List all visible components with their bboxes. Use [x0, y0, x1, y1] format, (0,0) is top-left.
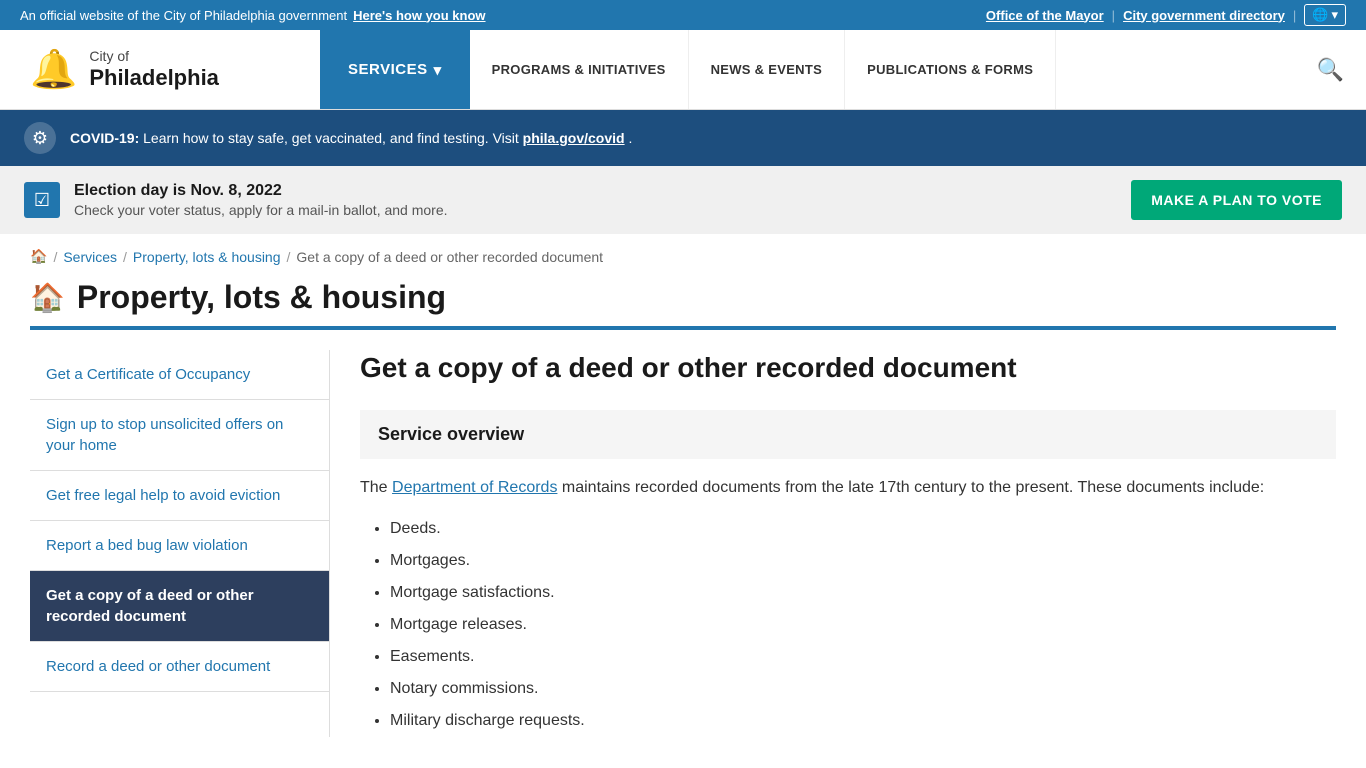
election-icon: ☑: [24, 182, 60, 218]
breadcrumb-services-link[interactable]: Services: [63, 249, 117, 265]
service-overview-box: Service overview: [360, 410, 1336, 459]
services-label: SERVICES: [348, 61, 428, 78]
breadcrumb-home-link[interactable]: 🏠: [30, 248, 47, 265]
list-item: Mortgage satisfactions.: [390, 577, 1336, 609]
globe-icon: 🌐: [1312, 7, 1328, 23]
sidebar-item-certificate-occupancy[interactable]: Get a Certificate of Occupancy: [30, 350, 329, 400]
programs-initiatives-link[interactable]: PROGRAMS & INITIATIVES: [470, 30, 689, 109]
content-intro: The Department of Records maintains reco…: [360, 475, 1336, 501]
election-subtitle: Check your voter status, apply for a mai…: [74, 202, 448, 218]
list-item: Military discharge requests.: [390, 705, 1336, 737]
page-title: 🏠 Property, lots & housing: [30, 279, 1336, 316]
language-button[interactable]: 🌐 ▾: [1304, 4, 1346, 26]
publications-forms-link[interactable]: PUBLICATIONS & FORMS: [845, 30, 1056, 109]
covid-bold: COVID-19:: [70, 130, 139, 146]
main-content: Get a Certificate of Occupancy Sign up t…: [0, 330, 1366, 757]
covid-text: COVID-19: Learn how to stay safe, get va…: [70, 130, 632, 146]
content-area: Get a copy of a deed or other recorded d…: [360, 350, 1336, 737]
how-to-know-link[interactable]: Here's how you know: [353, 8, 485, 23]
main-nav: PROGRAMS & INITIATIVES NEWS & EVENTS PUB…: [470, 30, 1366, 109]
city-of-label: City of: [89, 48, 219, 65]
chevron-down-icon: ▾: [1331, 7, 1338, 23]
news-events-link[interactable]: NEWS & EVENTS: [689, 30, 846, 109]
top-banner: An official website of the City of Phila…: [0, 0, 1366, 30]
logo: 🔔 City of Philadelphia: [0, 30, 320, 109]
page-title-wrapper: 🏠 Property, lots & housing: [0, 279, 1366, 330]
sidebar-item-record-deed[interactable]: Record a deed or other document: [30, 642, 329, 692]
chevron-down-icon: ▾: [434, 61, 442, 79]
philadelphia-label: Philadelphia: [89, 65, 219, 91]
sidebar: Get a Certificate of Occupancy Sign up t…: [30, 350, 330, 737]
header: 🔔 City of Philadelphia SERVICES ▾ PROGRA…: [0, 30, 1366, 110]
documents-list: Deeds. Mortgages. Mortgage satisfactions…: [360, 513, 1336, 737]
list-item: Easements.: [390, 641, 1336, 673]
official-text: An official website of the City of Phila…: [20, 8, 347, 23]
covid-banner: ⚙ COVID-19: Learn how to stay safe, get …: [0, 110, 1366, 166]
election-banner: ☑ Election day is Nov. 8, 2022 Check you…: [0, 166, 1366, 234]
sidebar-item-copy-deed[interactable]: Get a copy of a deed or other recorded d…: [30, 571, 329, 642]
breadcrumb-sep-3: /: [287, 249, 291, 265]
intro-rest: maintains recorded documents from the la…: [562, 479, 1264, 496]
breadcrumb-current: Get a copy of a deed or other recorded d…: [296, 249, 603, 265]
city-gov-directory-link[interactable]: City government directory: [1123, 8, 1285, 23]
list-item: Notary commissions.: [390, 673, 1336, 705]
services-dropdown[interactable]: SERVICES ▾: [320, 30, 470, 109]
content-title: Get a copy of a deed or other recorded d…: [360, 350, 1336, 386]
sidebar-item-bed-bug-violation[interactable]: Report a bed bug law violation: [30, 521, 329, 571]
list-item: Deeds.: [390, 513, 1336, 545]
breadcrumb-property-link[interactable]: Property, lots & housing: [133, 249, 281, 265]
home-icon: 🏠: [30, 248, 47, 264]
breadcrumb: 🏠 / Services / Property, lots & housing …: [0, 234, 1366, 279]
intro-text: The: [360, 479, 388, 496]
office-of-mayor-link[interactable]: Office of the Mayor: [986, 8, 1104, 23]
logo-text: City of Philadelphia: [89, 48, 219, 91]
separator-1: |: [1112, 8, 1115, 23]
top-banner-right: Office of the Mayor | City government di…: [986, 4, 1346, 26]
breadcrumb-sep-1: /: [53, 249, 57, 265]
house-icon: 🏠: [30, 281, 65, 314]
separator-2: |: [1293, 8, 1296, 23]
sidebar-item-unsolicited-offers[interactable]: Sign up to stop unsolicited offers on yo…: [30, 400, 329, 471]
breadcrumb-sep-2: /: [123, 249, 127, 265]
list-item: Mortgages.: [390, 545, 1336, 577]
election-text: Election day is Nov. 8, 2022 Check your …: [74, 182, 448, 218]
service-overview-heading: Service overview: [378, 424, 1318, 445]
phila-covid-link[interactable]: phila.gov/covid: [523, 130, 625, 146]
philly-bell-icon: 🔔: [30, 48, 77, 92]
dept-of-records-link[interactable]: Department of Records: [392, 479, 557, 496]
make-plan-to-vote-button[interactable]: MAKE A PLAN TO VOTE: [1131, 180, 1342, 220]
sidebar-item-legal-help-eviction[interactable]: Get free legal help to avoid eviction: [30, 471, 329, 521]
list-item: Mortgage releases.: [390, 609, 1336, 641]
covid-icon: ⚙: [24, 122, 56, 154]
search-button[interactable]: 🔍: [1295, 57, 1366, 83]
search-icon: 🔍: [1317, 57, 1344, 83]
page-title-text: Property, lots & housing: [77, 279, 446, 316]
election-title: Election day is Nov. 8, 2022: [74, 182, 448, 200]
